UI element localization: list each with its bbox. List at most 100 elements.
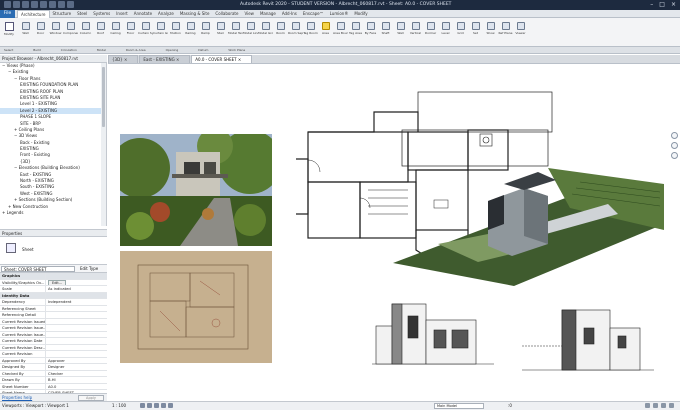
close-icon[interactable]: ×	[671, 1, 676, 8]
shadows-icon[interactable]	[161, 403, 166, 408]
instance-selector[interactable]: Sheet: COVER SHEET	[1, 266, 75, 272]
view-tab[interactable]: {3D} ×	[108, 55, 139, 63]
ribbon-tab[interactable]: Systems	[90, 10, 113, 18]
scroll-thumb[interactable]	[102, 67, 105, 127]
ribbon-tab[interactable]: Collaborate	[212, 10, 241, 18]
measure-icon[interactable]	[58, 1, 65, 8]
ribbon-tool[interactable]: Ref Plane	[498, 20, 513, 45]
property-value[interactable]: Independent	[46, 299, 101, 305]
ribbon-tool[interactable]: Set	[468, 20, 483, 45]
ribbon-tab[interactable]: Structure	[50, 10, 75, 18]
property-value[interactable]	[46, 325, 101, 331]
ribbon-tool[interactable]: Vertical	[408, 20, 423, 45]
filter-icon[interactable]	[669, 403, 674, 408]
visual-style-icon[interactable]	[147, 403, 152, 408]
ribbon-tool[interactable]: Viewer	[513, 20, 528, 45]
redo-icon[interactable]	[40, 1, 47, 8]
modify-tool[interactable]: Modify	[2, 20, 16, 44]
3d-view-icon[interactable]	[67, 1, 74, 8]
ribbon-tab[interactable]: Lumion®	[327, 10, 352, 18]
ribbon-tool[interactable]: Area Boundary	[333, 20, 348, 45]
ribbon-tool[interactable]: Area	[318, 20, 333, 45]
detail-level-icon[interactable]	[140, 403, 145, 408]
ribbon-tab[interactable]: Add-Ins	[279, 10, 300, 18]
ribbon-tool[interactable]: Grid	[453, 20, 468, 45]
ribbon-tool[interactable]: Tag Area	[348, 20, 363, 45]
ribbon-tool[interactable]: Roof	[93, 20, 108, 45]
ribbon-tool[interactable]: Floor	[123, 20, 138, 45]
close-icon[interactable]: ×	[175, 57, 179, 62]
property-value[interactable]	[46, 319, 101, 325]
ribbon-tool[interactable]: Model Group	[258, 20, 273, 45]
undo-icon[interactable]	[31, 1, 38, 8]
ribbon-tool[interactable]: Room	[273, 20, 288, 45]
view-scale[interactable]: 1 : 100	[112, 403, 126, 408]
crop-icon[interactable]	[168, 403, 173, 408]
sun-path-icon[interactable]	[154, 403, 159, 408]
ribbon-tool[interactable]: Level	[438, 20, 453, 45]
ribbon-tool[interactable]: Shaft	[378, 20, 393, 45]
ribbon-tab[interactable]: Manage	[257, 10, 279, 18]
select-links-icon[interactable]	[645, 403, 650, 408]
view-tab[interactable]: A0.0 - COVER SHEET ×	[191, 55, 253, 63]
ribbon-tool[interactable]: Ramp	[198, 20, 213, 45]
property-value[interactable]	[46, 312, 101, 318]
save-icon[interactable]	[22, 1, 29, 8]
model-selector[interactable]: Main Model	[434, 403, 484, 409]
ribbon-tool[interactable]: Curtain System	[138, 20, 153, 45]
ribbon-tab[interactable]: Enscape™	[300, 10, 327, 18]
ribbon-tab[interactable]: Modify	[351, 10, 370, 18]
ribbon-tab[interactable]: View	[241, 10, 257, 18]
zoom-icon[interactable]	[670, 142, 678, 149]
property-value[interactable]	[46, 338, 101, 344]
ribbon-tool[interactable]: Model Line	[243, 20, 258, 45]
file-tab[interactable]: File	[0, 9, 15, 18]
minimize-icon[interactable]: –	[650, 1, 653, 8]
ribbon-tool[interactable]: Wall	[18, 20, 33, 45]
select-pinned-icon[interactable]	[661, 403, 666, 408]
properties-help-link[interactable]: Properties help	[2, 395, 32, 400]
ribbon-tool[interactable]: Door	[33, 20, 48, 45]
ribbon-tab[interactable]: Analyze	[155, 10, 177, 18]
print-icon[interactable]	[49, 1, 56, 8]
property-value[interactable]: A0.0	[46, 384, 101, 390]
property-value[interactable]: As indicated	[46, 286, 101, 292]
select-underlay-icon[interactable]	[653, 403, 658, 408]
ribbon-tool[interactable]: Railing	[183, 20, 198, 45]
ribbon-tool[interactable]: By Face	[363, 20, 378, 45]
open-icon[interactable]	[13, 1, 20, 8]
property-value[interactable]	[46, 351, 101, 357]
type-selector[interactable]: Sheet	[0, 237, 107, 265]
ribbon-tool[interactable]: Tag Room	[303, 20, 318, 45]
property-value[interactable]: B.HI	[46, 377, 101, 383]
ribbon-tool[interactable]: Mullion	[168, 20, 183, 45]
ribbon-tool[interactable]: Model Text	[228, 20, 243, 45]
app-menu-icon[interactable]	[4, 1, 11, 8]
ribbon-tool[interactable]: Stair	[213, 20, 228, 45]
ribbon-tool[interactable]: Window	[48, 20, 63, 45]
property-value[interactable]	[46, 306, 101, 312]
ribbon-tool[interactable]: Curtain Grid	[153, 20, 168, 45]
property-value[interactable]: Designer	[46, 364, 101, 370]
property-value[interactable]: Checker	[46, 371, 101, 377]
drawing-canvas[interactable]	[108, 64, 680, 401]
view-tab[interactable]: East - EXISTING ×	[139, 55, 191, 63]
property-value[interactable]: Approver	[46, 358, 101, 364]
close-icon[interactable]: ×	[123, 57, 127, 62]
property-value[interactable]: Edit...	[46, 279, 101, 285]
pan-icon[interactable]	[670, 152, 678, 159]
ribbon-tool[interactable]: Column	[78, 20, 93, 45]
ribbon-tool[interactable]: Wall	[393, 20, 408, 45]
steering-wheel-icon[interactable]	[670, 132, 678, 139]
ribbon-tool[interactable]: Show	[483, 20, 498, 45]
ribbon-tab[interactable]: Insert	[113, 10, 130, 18]
ribbon-tab[interactable]: Architecture	[17, 9, 50, 18]
ribbon-tab[interactable]: Annotate	[131, 10, 155, 18]
ribbon-tool[interactable]: Ceiling	[108, 20, 123, 45]
property-value[interactable]	[46, 345, 101, 351]
ribbon-tool[interactable]: Dormer	[423, 20, 438, 45]
close-icon[interactable]: ×	[237, 57, 241, 62]
ribbon-tab[interactable]: Massing & Site	[177, 10, 213, 18]
browser-item[interactable]: + Legends	[0, 210, 106, 216]
edit-button[interactable]: Edit...	[48, 279, 67, 285]
